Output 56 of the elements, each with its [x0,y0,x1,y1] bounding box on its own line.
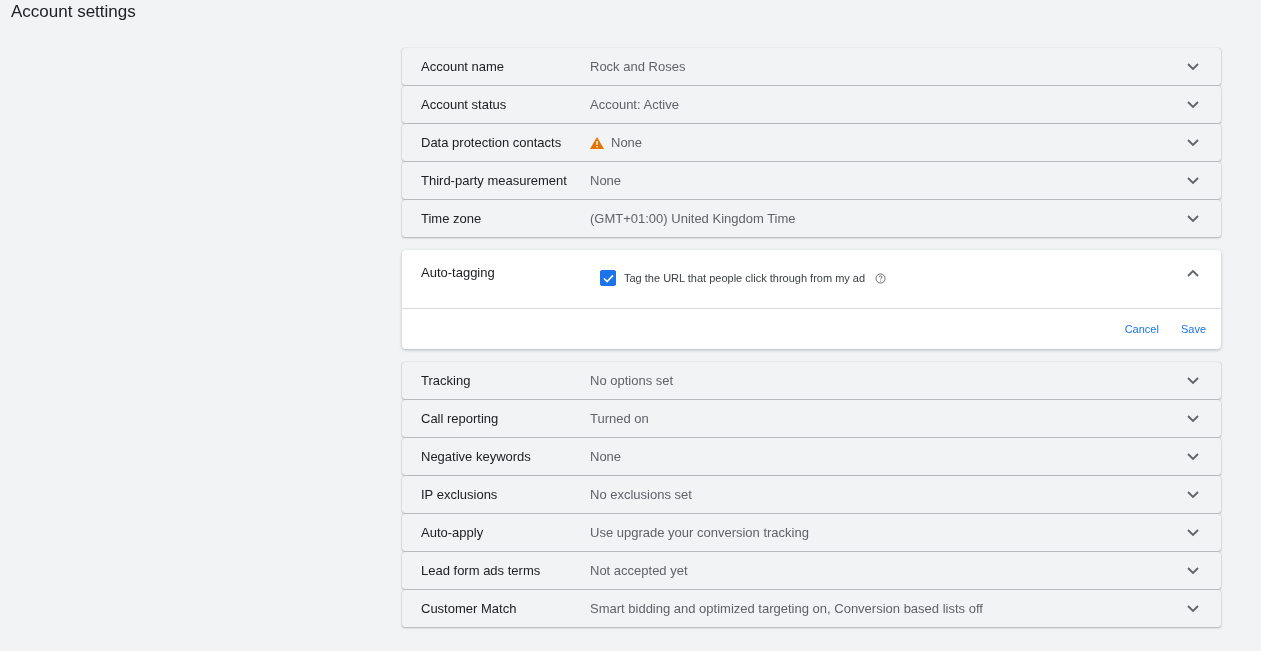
setting-label: Data protection contacts [421,135,563,150]
chevron-up-icon[interactable] [1187,269,1199,277]
setting-value: (GMT+01:00) United Kingdom Time [590,211,796,226]
chevron-down-icon[interactable] [1187,528,1199,537]
setting-row[interactable]: Lead form ads terms Not accepted yet [402,552,1221,589]
chevron-down-icon[interactable] [1187,376,1199,385]
setting-row[interactable]: Auto-apply Use upgrade your conversion tracking [402,514,1221,551]
chevron-down-icon[interactable] [1187,176,1199,185]
chevron-down-icon[interactable] [1187,490,1199,499]
setting-value: None [590,449,622,464]
setting-label: Customer Match [421,601,518,616]
setting-row[interactable]: Customer Match Smart bidding and optimized targeting on, Conversion based lists off [402,590,1221,627]
setting-row[interactable]: Negative keywords None [402,438,1221,475]
action-button[interactable]: Cancel [1119,319,1164,339]
setting-value: None [590,173,622,188]
setting-row[interactable]: IP exclusions No exclusions set [402,476,1221,513]
setting-label: IP exclusions [421,487,499,502]
setting-value: No exclusions set [590,487,692,502]
setting-row[interactable]: Data protection contacts None [402,124,1221,161]
setting-label: Auto-apply [421,525,485,540]
setting-label: Third-party measurement [421,173,568,188]
checkbox[interactable] [600,270,616,286]
chevron-down-icon[interactable] [1187,62,1199,71]
chevron-down-icon[interactable] [1187,604,1199,613]
chevron-down-icon[interactable] [1187,566,1199,575]
setting-label: Account status [421,97,508,112]
setting-value: Account: Active [590,97,679,112]
checkbox-label: Tag the URL that people click through from my ad [624,272,866,284]
chevron-down-icon[interactable] [1187,214,1199,223]
setting-label: Lead form ads terms [421,563,542,578]
setting-label: Call reporting [421,411,500,426]
setting-value: Smart bidding and optimized targeting on, Conversion based lists off [590,601,983,616]
setting-label: Account name [421,59,506,74]
setting-label: Negative keywords [421,449,532,464]
setting-value: Use upgrade your conversion tracking [590,525,809,540]
setting-row[interactable]: Call reporting Turned on [402,400,1221,437]
page-title: Account settings [10,1,137,23]
chevron-down-icon[interactable] [1187,138,1199,147]
action-button[interactable]: Save [1175,319,1211,339]
setting-row[interactable]: Time zone (GMT+01:00) United Kingdom Time [402,200,1221,237]
setting-row[interactable]: Tracking No options set [402,362,1221,399]
help-icon[interactable] [875,272,887,284]
chevron-down-icon[interactable] [1187,100,1199,109]
setting-value: Turned on [590,411,649,426]
setting-row[interactable]: Account name Rock and Roses [402,48,1221,85]
setting-label: Tracking [421,373,472,388]
setting-value: No options set [590,373,674,388]
chevron-down-icon[interactable] [1187,452,1199,461]
chevron-down-icon[interactable] [1187,414,1199,423]
setting-value: Rock and Roses [590,59,686,74]
setting-row[interactable]: Account status Account: Active [402,86,1221,123]
setting-value: None [611,135,643,150]
setting-label: Auto-tagging [421,265,496,280]
setting-label: Time zone [421,211,483,226]
setting-row[interactable]: Third-party measurement None [402,162,1221,199]
setting-value: Not accepted yet [590,563,688,578]
